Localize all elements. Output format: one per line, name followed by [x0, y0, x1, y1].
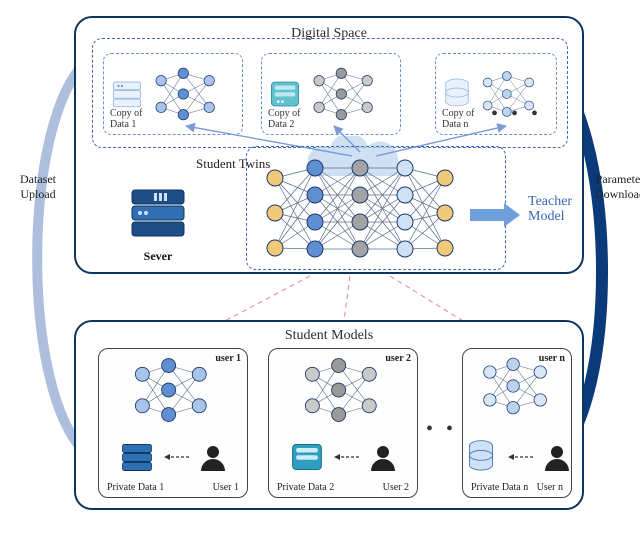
small-nn-icon — [150, 64, 224, 124]
private-data-label: Private Data 1 — [107, 482, 164, 493]
twin-caption: Copy ofData n — [442, 109, 475, 130]
twin-caption: Copy ofData 2 — [268, 109, 301, 130]
data-stack-icon — [119, 439, 155, 475]
user-box-2: user 2 Private Data 2 User 2 — [268, 348, 418, 498]
teacher-arrow-icon — [468, 203, 522, 227]
student-models-panel: Student Models user 1 Private Data 1 Use… — [74, 320, 584, 510]
student-nn-icon — [125, 355, 221, 425]
upload-label: DatasetUpload — [4, 172, 72, 202]
server-icon — [126, 186, 190, 242]
twin-box-n: Copy ofData n — [435, 53, 557, 135]
server-label: Sever — [118, 249, 198, 264]
small-nn-icon — [308, 64, 382, 124]
database-icon — [463, 439, 499, 475]
user-box-1: user 1 Private Data 1 User 1 — [98, 348, 248, 498]
dash-arrow-icon — [507, 452, 535, 462]
digital-space-box: Copy ofData 1 Copy ofData 2 • • • — [92, 38, 568, 148]
data-drive-icon — [289, 439, 325, 475]
data-stack-icon — [110, 77, 144, 111]
dash-arrow-icon — [333, 452, 361, 462]
teacher-nn-icon — [260, 158, 460, 268]
student-nn-icon — [475, 355, 559, 417]
twin-box-1: Copy ofData 1 — [103, 53, 243, 135]
user-box-n: user n Private Data n User n — [462, 348, 572, 498]
small-nn-icon — [478, 67, 542, 121]
database-icon — [442, 77, 472, 111]
download-label: ParameterDownload — [586, 172, 640, 202]
dash-arrow-icon — [163, 452, 191, 462]
user-icon — [543, 443, 571, 471]
private-data-label: Private Data 2 — [277, 482, 334, 493]
user-name-label: User 2 — [383, 482, 409, 493]
student-nn-icon — [295, 355, 391, 425]
student-models-title: Student Models — [281, 328, 377, 344]
user-icon — [369, 443, 397, 471]
twin-caption: Copy ofData 1 — [110, 109, 143, 130]
teacher-label: TeacherModel — [528, 194, 572, 225]
twin-box-2: Copy ofData 2 — [261, 53, 401, 135]
user-name-label: User 1 — [213, 482, 239, 493]
user-icon — [199, 443, 227, 471]
user-name-label: User n — [537, 482, 563, 493]
digital-space-panel: Digital Space Copy ofData 1 — [74, 16, 584, 274]
data-drive-icon — [268, 77, 302, 111]
private-data-label: Private Data n — [471, 482, 528, 493]
server-block: Sever — [118, 186, 198, 264]
